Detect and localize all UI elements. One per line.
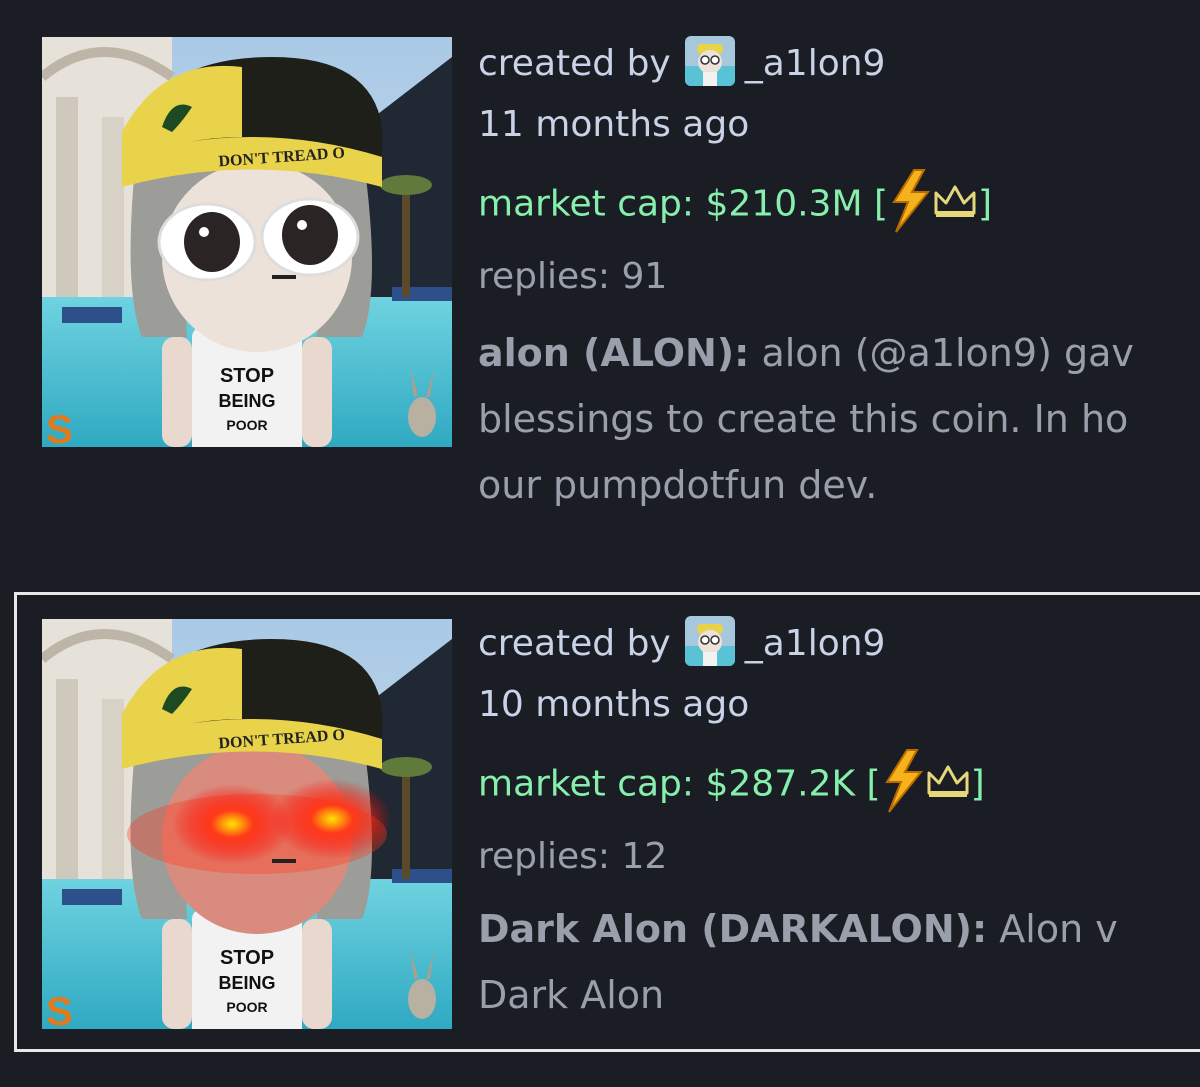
market-cap-line: market cap: $210.3M [ ] [478,168,992,243]
coin-card-selected[interactable]: STOP BEING POOR DON'T TREAD O S created … [0,590,1200,1056]
description-line-3: our pumpdotfun dev. [478,463,878,507]
bracket-close: ] [970,763,985,805]
description-line-1: alon (@a1lon9) gav [749,331,1134,375]
lightning-bolt-icon [888,168,932,243]
shirt-line-2: BEING [218,973,275,993]
shirt-line-3: POOR [226,999,267,1015]
creator-line: created by _a1lon9 [478,36,886,90]
lightning-bolt-icon [881,748,925,823]
market-cap: market cap: $287.2K [478,763,856,805]
creator-avatar[interactable] [684,36,735,86]
bracket-open: [ [873,183,889,225]
creator-prefix: created by [478,623,671,664]
market-cap: market cap: $210.3M [478,183,863,225]
crown-icon [925,761,971,810]
replies-count: replies: 12 [478,836,668,877]
created-age: 10 months ago [478,684,750,725]
coin-image[interactable]: STOP BEING POOR DON'T TREAD O S [42,619,452,1029]
creator-avatar[interactable] [684,616,735,666]
s-logo: S [46,990,73,1029]
coin-title[interactable]: alon (ALON): [478,331,749,375]
coin-description: alon (ALON): alon (@a1lon9) gav blessing… [478,320,1200,518]
creator-line: created by _a1lon9 [478,616,886,670]
replies-count: replies: 91 [478,256,668,297]
shirt-line-1: STOP [220,947,274,969]
bracket-close: ] [978,183,993,225]
description-line-1: Alon v [987,907,1118,951]
description-line-2: blessings to create this coin. In ho [478,397,1129,441]
s-logo: S [46,408,73,447]
coin-description: Dark Alon (DARKALON): Alon v Dark Alon [478,896,1200,1028]
shirt-line-3: POOR [226,417,267,433]
creator-prefix: created by [478,43,671,84]
created-age: 11 months ago [478,104,750,145]
bracket-open: [ [866,763,881,805]
shirt-line-2: BEING [218,391,275,411]
description-line-2: Dark Alon [478,973,665,1017]
coin-image[interactable]: STOP BEING POOR DON'T TREAD O S [42,37,452,447]
creator-name[interactable]: _a1lon9 [745,623,886,664]
coin-title[interactable]: Dark Alon (DARKALON): [478,907,987,951]
market-cap-line: market cap: $287.2K [ ] [478,748,985,823]
creator-name[interactable]: _a1lon9 [745,43,886,84]
coin-card[interactable]: STOP BEING POOR DON'T TREAD O S created … [0,0,1200,540]
shirt-line-1: STOP [220,365,274,387]
crown-icon [932,181,978,230]
